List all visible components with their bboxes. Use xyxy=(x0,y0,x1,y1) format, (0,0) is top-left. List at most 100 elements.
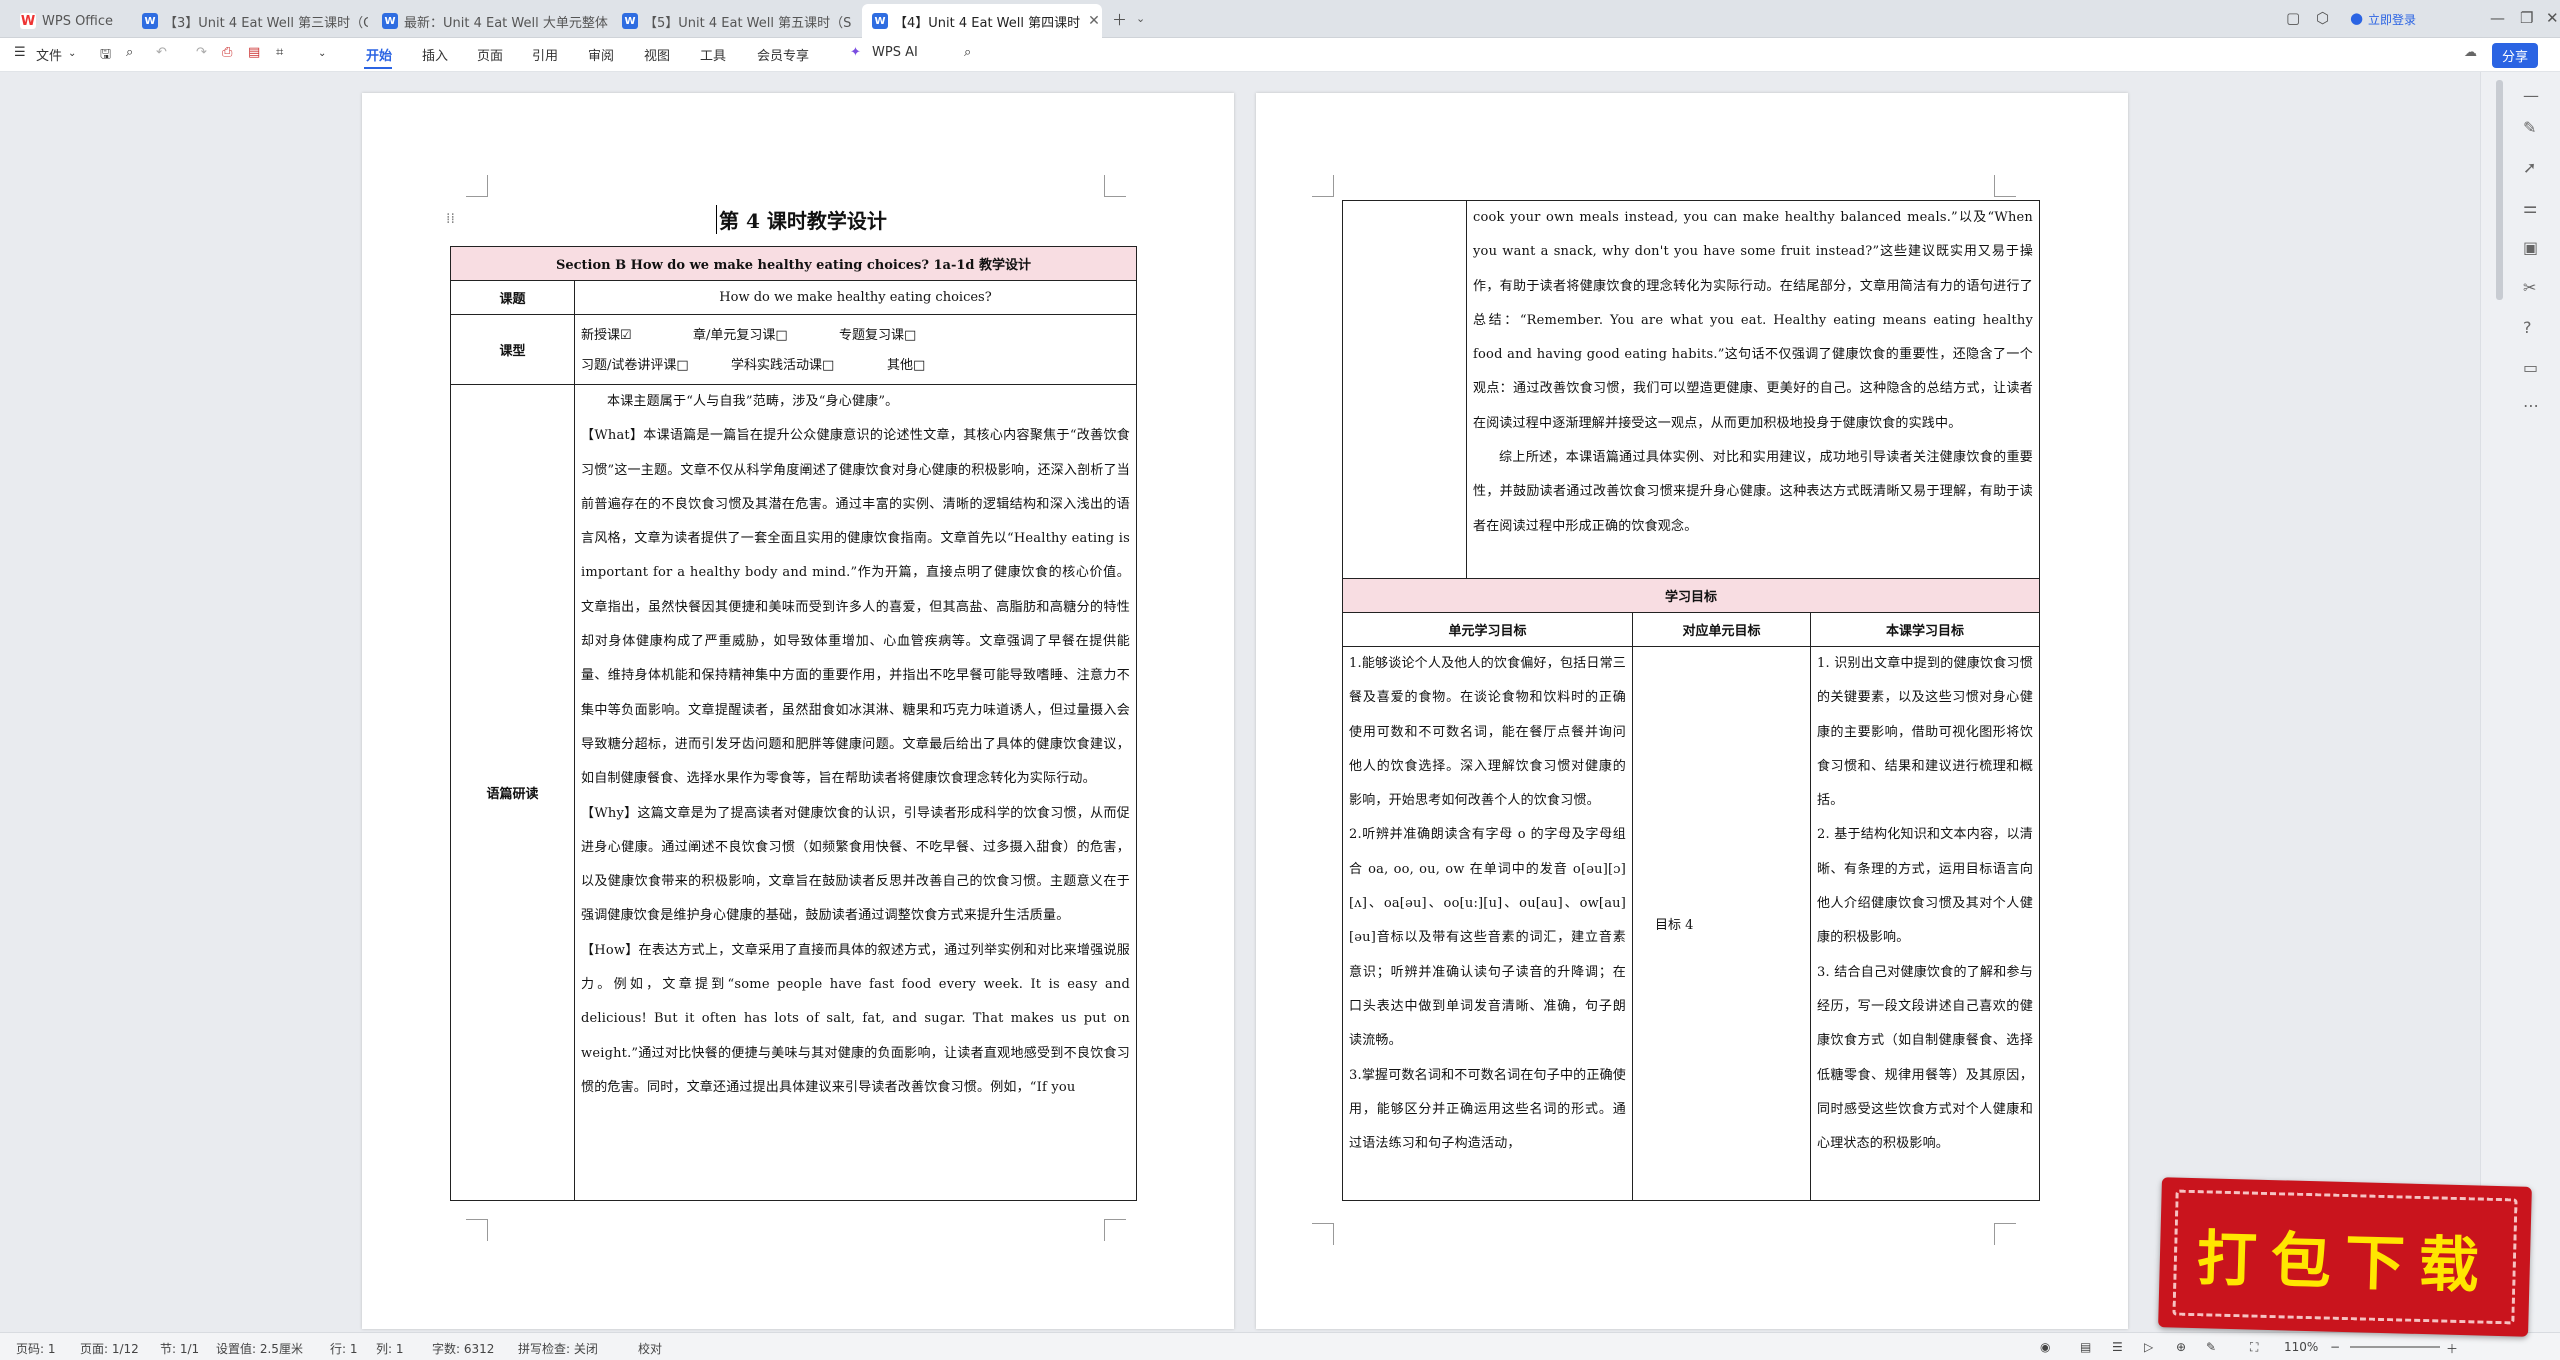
tab-label: 【3】Unit 4 Eat Well 第三课时（Gra xyxy=(164,15,368,31)
page-view-icon[interactable]: ▤ xyxy=(2080,1340,2091,1354)
cloud-sync-icon[interactable]: ☁ xyxy=(2464,45,2477,60)
lesson-table-continued: cook your own meals instead, you can mak… xyxy=(1341,200,2041,1201)
sliders-icon[interactable]: ⚌ xyxy=(2523,198,2537,217)
right-sidebar xyxy=(2480,72,2560,1332)
undo-icon[interactable]: ↶ xyxy=(156,45,167,60)
crop-mark xyxy=(1104,1219,1126,1241)
zoom-in-icon[interactable]: ＋ xyxy=(2446,1340,2458,1357)
topic-value: How do we make healthy eating choices? xyxy=(574,280,1137,315)
status-proofread[interactable]: 校对 xyxy=(638,1340,662,1357)
fit-page-icon[interactable]: ⛶ xyxy=(2250,1340,2258,1355)
col-header-lesson-goals: 本课学习目标 xyxy=(1809,612,2041,647)
eye-icon[interactable]: ◉ xyxy=(2040,1340,2050,1354)
pen-icon[interactable]: ✎ xyxy=(2523,118,2536,137)
menu-home[interactable]: 开始 xyxy=(366,45,392,64)
text-analysis-body: 本课主题属于“人与自我”范畴，涉及“身心健康”。 【What】本课语篇是一篇旨在… xyxy=(574,384,1137,1201)
menu-page[interactable]: 页面 xyxy=(477,45,503,64)
image-icon[interactable]: ▣ xyxy=(2523,238,2538,257)
empty-label-cell xyxy=(1342,200,1467,579)
lesson-type-label: 课型 xyxy=(450,314,575,385)
topic-label: 课题 xyxy=(450,280,575,315)
minimize-icon[interactable]: — xyxy=(2490,9,2505,27)
clipboard-icon[interactable]: ▭ xyxy=(2523,358,2538,377)
crop-mark xyxy=(1104,175,1126,197)
checkbox-topic-review[interactable]: 专题复习课□ xyxy=(839,328,916,343)
more-icon[interactable]: ⋯ xyxy=(2523,396,2539,415)
checkbox-other[interactable]: 其他□ xyxy=(887,358,925,373)
crop-mark xyxy=(1994,175,2016,197)
redo-icon[interactable]: ↷ xyxy=(196,45,207,60)
status-spell-check[interactable]: 拼写检查: 关闭 xyxy=(518,1340,598,1357)
drag-handle-icon[interactable]: ⁞⁞ xyxy=(446,211,455,227)
help-icon[interactable]: ? xyxy=(2523,318,2532,337)
search-replace-icon[interactable]: ⌕ xyxy=(126,45,133,60)
checkbox-new-lesson[interactable]: 新授课☑ xyxy=(581,321,693,351)
outline-view-icon[interactable]: ☰ xyxy=(2112,1340,2123,1354)
zoom-slider[interactable] xyxy=(2350,1346,2440,1348)
vertical-scrollbar[interactable] xyxy=(2496,80,2503,300)
download-promo-banner[interactable]: 打包下载 xyxy=(2158,1177,2532,1337)
menu-tools[interactable]: 工具 xyxy=(700,45,726,64)
chevron-down-icon[interactable]: ⌄ xyxy=(68,48,76,59)
text-analysis-label: 语篇研读 xyxy=(450,384,575,1201)
document-title: 第 4 课时教学设计 xyxy=(716,205,887,234)
web-view-icon[interactable]: ⊕ xyxy=(2176,1340,2186,1354)
tab-doc-overall[interactable]: W 最新：Unit 4 Eat Well 大单元整体设 xyxy=(372,4,608,38)
tab-label: 最新：Unit 4 Eat Well 大单元整体设 xyxy=(404,15,608,31)
zoom-out-icon[interactable]: − xyxy=(2330,1340,2340,1354)
document-page-1[interactable]: ⁞⁞ 第 4 课时教学设计 Section B How do we make h… xyxy=(362,93,1234,1329)
hamburger-icon[interactable]: ☰ xyxy=(14,45,26,60)
tab-doc-4-active[interactable]: W 【4】Unit 4 Eat Well 第四课时 ✕ xyxy=(862,4,1102,38)
menu-member[interactable]: 会员专享 xyxy=(757,45,809,64)
crop-mark xyxy=(1312,175,1334,197)
checkbox-practice-activity[interactable]: 学科实践活动课□ xyxy=(731,351,887,381)
share-button[interactable]: 分享 xyxy=(2492,43,2539,68)
menu-review[interactable]: 审阅 xyxy=(588,45,614,64)
wps-ai-button[interactable]: WPS AI xyxy=(872,45,918,60)
pen-mode-icon[interactable]: ✎ xyxy=(2206,1340,2216,1354)
file-menu[interactable]: 文件 xyxy=(36,45,62,64)
zoom-level[interactable]: 110% xyxy=(2284,1340,2318,1354)
lesson-table: Section B How do we make healthy eating … xyxy=(450,246,1137,1201)
export-pdf-icon[interactable]: ▤ xyxy=(248,45,260,60)
tab-wps-office[interactable]: W WPS Office xyxy=(10,4,130,38)
format-painter-icon[interactable]: ⌗ xyxy=(276,45,283,60)
play-icon[interactable]: ▷ xyxy=(2144,1340,2153,1354)
search-icon[interactable]: ⌕ xyxy=(964,45,971,60)
checkbox-exercise-review[interactable]: 习题/试卷讲评课□ xyxy=(581,351,731,381)
login-link[interactable]: 立即登录 xyxy=(2368,11,2416,28)
document-page-2[interactable]: cook your own meals instead, you can mak… xyxy=(1256,93,2128,1329)
pointer-icon[interactable]: ➚ xyxy=(2523,158,2536,177)
paragraph: 【How】在表达方式上，文章采用了直接而具体的叙述方式，通过列举实例和对比来增强… xyxy=(581,942,1130,1095)
window-layout-icon[interactable]: ▢ xyxy=(2286,9,2300,27)
status-section: 节: 1/1 xyxy=(160,1342,200,1356)
status-word-count[interactable]: 字数: 6312 xyxy=(432,1340,494,1357)
minus-icon[interactable]: — xyxy=(2523,86,2539,105)
lesson-type-options: 新授课☑ 章/单元复习课□ 专题复习课□ 习题/试卷讲评课□ 学科实践活动课□ 其他□ xyxy=(574,314,1137,385)
crop-mark xyxy=(466,175,488,197)
close-window-icon[interactable]: ✕ xyxy=(2546,9,2559,27)
objectives-header: 学习目标 xyxy=(1341,578,2041,613)
tools-icon[interactable]: ✂ xyxy=(2523,278,2536,297)
chevron-down-icon[interactable]: ⌄ xyxy=(1136,12,1145,25)
status-bar: 页码: 1 页面: 1/12 节: 1/1 设置值: 2.5厘米 行: 1 列:… xyxy=(0,1332,2560,1360)
menu-reference[interactable]: 引用 xyxy=(532,45,558,64)
tab-doc-3[interactable]: W 【3】Unit 4 Eat Well 第三课时（Gra xyxy=(132,4,368,38)
cube-icon[interactable]: ⬡ xyxy=(2316,9,2329,27)
more-chevron-icon[interactable]: ⌄ xyxy=(318,48,326,59)
save-icon[interactable]: 🖫 xyxy=(100,45,111,67)
w-doc-icon: W xyxy=(872,13,888,29)
status-pages[interactable]: 页面: 1/12 xyxy=(80,1340,139,1357)
tab-close-icon[interactable]: ✕ xyxy=(1088,13,1100,29)
print-icon[interactable]: ⎙ xyxy=(222,45,232,60)
paragraph: 【What】本课语篇是一篇旨在提升公众健康意识的论述性文章，其核心内容聚焦于“改… xyxy=(581,428,1130,787)
menu-insert[interactable]: 插入 xyxy=(422,45,448,64)
restore-icon[interactable]: ❐ xyxy=(2520,9,2533,27)
status-col: 列: 1 xyxy=(376,1342,404,1356)
menu-view[interactable]: 视图 xyxy=(644,45,670,64)
checkbox-unit-review[interactable]: 章/单元复习课□ xyxy=(693,321,839,351)
new-tab-icon[interactable]: ＋ xyxy=(1112,9,1127,30)
user-avatar-icon[interactable]: ● xyxy=(2350,9,2363,27)
status-row: 行: 1 xyxy=(330,1342,358,1356)
tab-doc-5[interactable]: W 【5】Unit 4 Eat Well 第五课时（Sec xyxy=(612,4,852,38)
